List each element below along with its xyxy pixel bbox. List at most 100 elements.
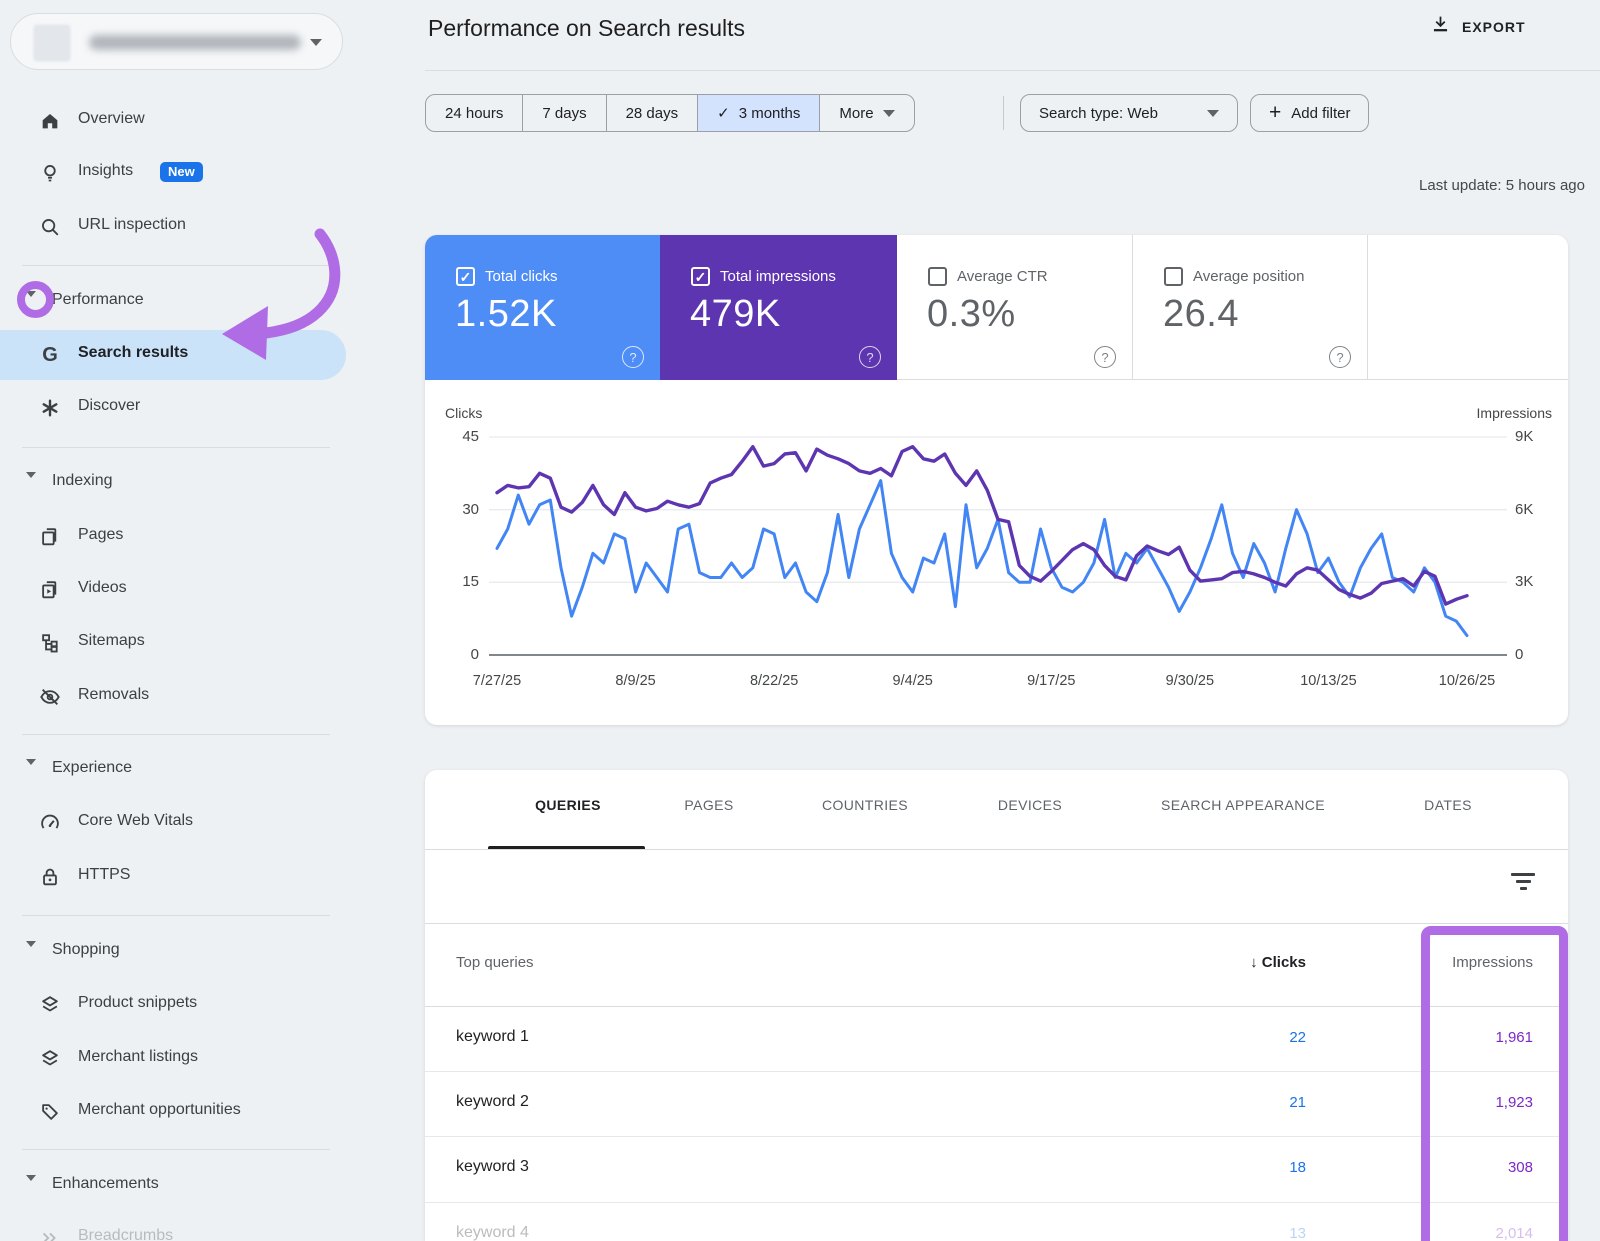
new-badge: New [160, 162, 203, 182]
sitemap-icon [38, 631, 62, 655]
lock-icon [38, 865, 62, 889]
metric-total-clicks[interactable]: ✓ Total clicks 1.52K ? [425, 235, 660, 380]
export-button[interactable]: EXPORT [1430, 14, 1526, 40]
sidebar-item-breadcrumbs[interactable]: Breadcrumbs [0, 1213, 346, 1241]
home-icon [38, 109, 62, 133]
sidebar-item-discover[interactable]: Discover [0, 383, 346, 433]
metric-total-impressions[interactable]: ✓ Total impressions 479K ? [660, 235, 897, 380]
date-range-group: 24 hours 7 days 28 days ✓ 3 months More [425, 94, 915, 132]
unchecked-checkbox-icon[interactable] [928, 267, 947, 286]
filter-rows-icon[interactable] [1510, 873, 1536, 890]
sidebar-item-merchant-opportunities[interactable]: Merchant opportunities [0, 1087, 346, 1137]
chevron-down-icon [1207, 110, 1219, 117]
speedometer-icon [38, 811, 62, 835]
chevron-down-icon [26, 947, 36, 965]
checked-checkbox-icon[interactable]: ✓ [691, 267, 710, 286]
property-name-redacted [89, 35, 301, 50]
divider [22, 447, 330, 448]
sidebar-item-merchant-listings[interactable]: Merchant listings [0, 1034, 346, 1084]
table-row[interactable]: keyword 2 21 1,923 [425, 1071, 1568, 1136]
tab-pages[interactable]: PAGES [684, 797, 733, 813]
property-avatar [33, 24, 71, 62]
help-icon[interactable]: ? [1329, 346, 1351, 368]
plus-icon: + [1269, 102, 1281, 123]
tab-search-appearance[interactable]: SEARCH APPEARANCE [1161, 797, 1325, 813]
search-icon [38, 215, 62, 239]
tab-queries[interactable]: QUERIES [535, 797, 601, 813]
divider [22, 915, 330, 916]
unchecked-checkbox-icon[interactable] [1164, 267, 1183, 286]
sidebar-section-experience[interactable]: Experience [0, 745, 346, 795]
metric-average-ctr[interactable]: Average CTR 0.3% ? [897, 235, 1132, 380]
sidebar-item-search-results[interactable]: G Search results [0, 330, 346, 380]
sidebar-item-overview[interactable]: Overview [0, 96, 346, 146]
chevron-down-icon [26, 478, 36, 496]
sidebar-item-product-snippets[interactable]: Product snippets [0, 980, 346, 1030]
tab-dates[interactable]: DATES [1424, 797, 1472, 813]
property-selector[interactable] [10, 13, 343, 70]
chevron-down-icon [26, 1181, 36, 1199]
sidebar-item-core-web-vitals[interactable]: Core Web Vitals [0, 798, 346, 848]
tab-countries[interactable]: COUNTRIES [822, 797, 908, 813]
metric-cards-row: ✓ Total clicks 1.52K ? ✓ Total impressio… [425, 235, 1568, 380]
eye-off-icon [38, 685, 62, 709]
video-icon [38, 578, 62, 602]
sidebar-section-indexing[interactable]: Indexing [0, 458, 346, 508]
divider [425, 849, 1568, 850]
divider [425, 923, 1568, 924]
sidebar-item-url-inspection[interactable]: URL inspection [0, 202, 346, 252]
help-icon[interactable]: ? [1094, 346, 1116, 368]
dimensions-table-card: QUERIES PAGES COUNTRIES DEVICES SEARCH A… [425, 770, 1568, 1241]
sidebar-item-https[interactable]: HTTPS [0, 852, 346, 902]
chevron-down-icon [26, 297, 36, 315]
performance-summary-card: ✓ Total clicks 1.52K ? ✓ Total impressio… [425, 235, 1568, 725]
column-header-impressions[interactable]: Impressions [1452, 954, 1533, 971]
divider [425, 70, 1600, 71]
add-filter-button[interactable]: + Add filter [1250, 94, 1369, 132]
range-7-days[interactable]: 7 days [522, 95, 605, 131]
range-3-months[interactable]: ✓ 3 months [697, 95, 819, 131]
sidebar-item-pages[interactable]: Pages [0, 512, 346, 562]
column-header-clicks[interactable]: ↓ Clicks [1250, 954, 1306, 971]
table-row[interactable]: keyword 1 22 1,961 [425, 1006, 1568, 1071]
chart-lines [489, 437, 1507, 659]
divider [22, 265, 330, 266]
sidebar-section-enhancements[interactable]: Enhancements [0, 1161, 346, 1211]
asterisk-icon [38, 396, 62, 420]
layers-icon [38, 993, 62, 1017]
divider [22, 1149, 330, 1150]
range-more-button[interactable]: More [819, 95, 913, 131]
layers-icon [38, 1047, 62, 1071]
tab-devices[interactable]: DEVICES [998, 797, 1062, 813]
search-type-button[interactable]: Search type: Web [1020, 94, 1238, 132]
range-24-hours[interactable]: 24 hours [426, 95, 522, 131]
help-icon[interactable]: ? [622, 346, 644, 368]
chevron-down-icon [883, 110, 895, 117]
chevron-down-icon [310, 39, 322, 46]
chevron-down-icon [26, 765, 36, 783]
table-row[interactable]: keyword 3 18 308 [425, 1136, 1568, 1201]
range-28-days[interactable]: 28 days [606, 95, 698, 131]
sidebar-item-insights[interactable]: Insights New [0, 148, 346, 198]
column-header-top-queries[interactable]: Top queries [456, 954, 534, 971]
page-title: Performance on Search results [428, 15, 745, 42]
divider [1003, 96, 1004, 130]
breadcrumbs-icon [38, 1226, 62, 1241]
tag-icon [38, 1100, 62, 1124]
performance-line-chart[interactable] [489, 437, 1507, 659]
sidebar-section-performance[interactable]: Performance [0, 277, 346, 327]
pages-icon [38, 525, 62, 549]
download-icon [1430, 14, 1451, 40]
last-update-text: Last update: 5 hours ago [1419, 177, 1585, 194]
sort-descending-icon: ↓ [1250, 954, 1258, 971]
sidebar-item-removals[interactable]: Removals [0, 672, 346, 722]
table-row[interactable]: keyword 4 13 2,014 [425, 1202, 1568, 1241]
help-icon[interactable]: ? [859, 346, 881, 368]
checked-checkbox-icon[interactable]: ✓ [456, 267, 475, 286]
sidebar-item-sitemaps[interactable]: Sitemaps [0, 618, 346, 668]
check-icon: ✓ [717, 104, 730, 122]
metric-average-position[interactable]: Average position 26.4 ? [1132, 235, 1368, 380]
sidebar-item-videos[interactable]: Videos [0, 565, 346, 615]
sidebar-section-shopping[interactable]: Shopping [0, 927, 346, 977]
left-axis-title: Clicks [445, 405, 482, 421]
